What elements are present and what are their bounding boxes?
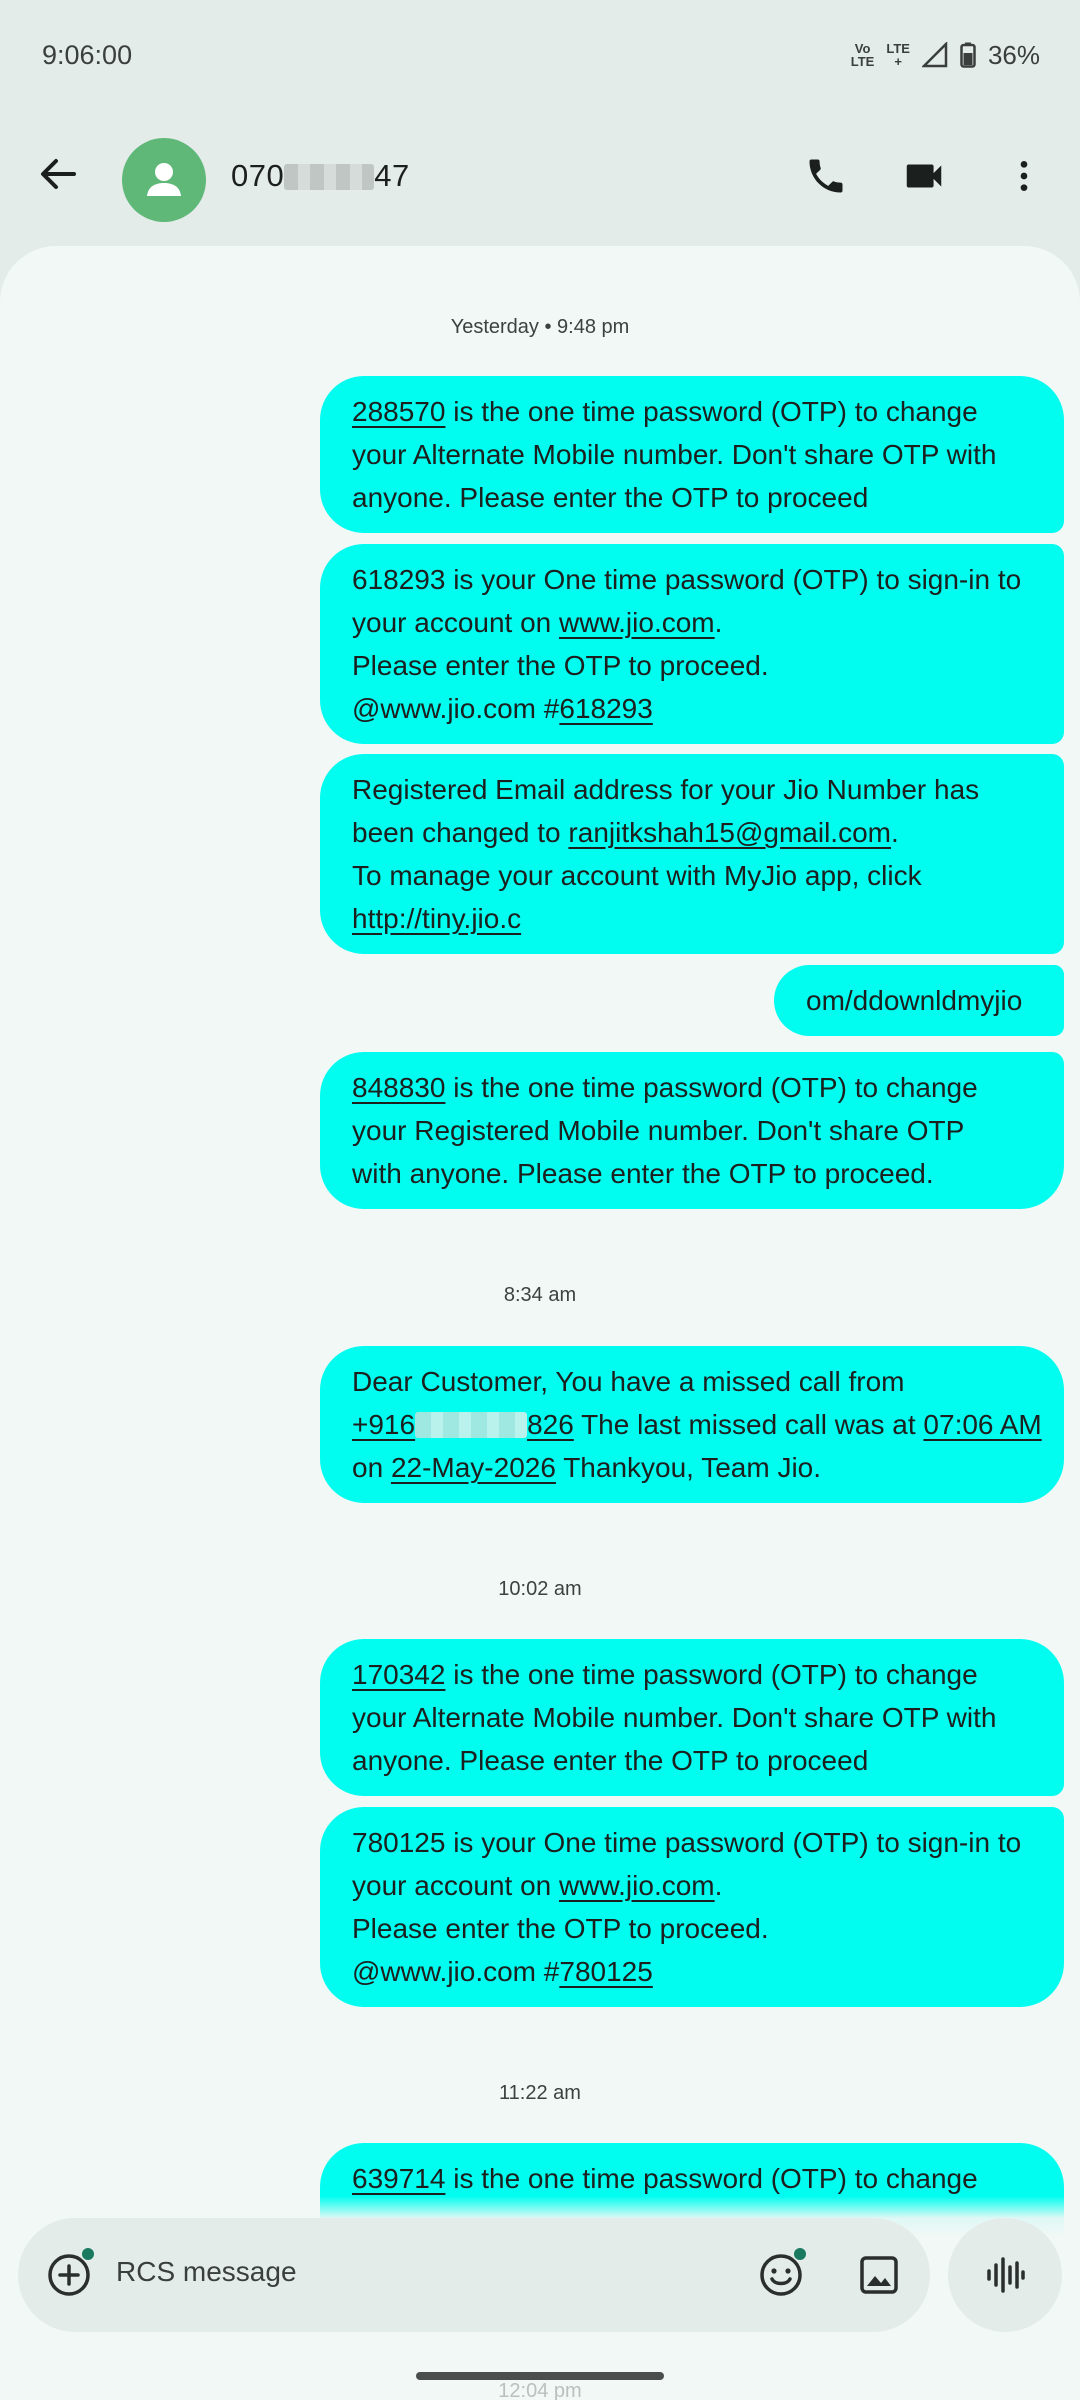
battery-percent: 36% <box>987 39 1040 70</box>
url-link[interactable]: www.jio.com <box>559 1870 715 1901</box>
more-vert-icon <box>1020 161 1028 191</box>
hashtag-otp-link[interactable]: 618293 <box>559 693 652 724</box>
phone-icon <box>809 159 843 193</box>
compose-bar: RCS message <box>18 2218 930 2332</box>
conversation-header: 070 47 <box>0 110 1080 250</box>
message-input[interactable]: RCS message <box>116 2256 297 2288</box>
arrow-left-icon <box>41 159 76 189</box>
gallery-button[interactable] <box>850 2246 908 2304</box>
call-button[interactable] <box>798 148 854 204</box>
person-icon <box>147 163 181 196</box>
notification-dot <box>82 2248 94 2260</box>
timestamp-divider: 8:34 am <box>503 1284 577 1306</box>
date-link[interactable]: 22-May-2026 <box>391 1452 556 1483</box>
conversation-panel[interactable]: Yesterday • 9:48 pm 288570 is the one ti… <box>0 246 1080 2400</box>
more-options-button[interactable] <box>996 148 1052 204</box>
message-bubble[interactable]: om/ddownldmyjio <box>774 965 1064 1036</box>
otp-link[interactable]: 639714 <box>352 2163 445 2194</box>
emoji-button[interactable] <box>752 2246 810 2304</box>
message-bubble[interactable]: Dear Customer, You have a missed call fr… <box>320 1346 1064 1503</box>
clock: 9:06:00 <box>42 39 133 70</box>
url-link[interactable]: http://tiny.jio.c <box>352 903 521 934</box>
back-button[interactable] <box>28 144 88 204</box>
timestamp-divider: Yesterday • 9:48 pm <box>450 316 630 338</box>
voice-message-button[interactable] <box>948 2218 1062 2332</box>
battery-icon <box>960 42 976 68</box>
redacted-digits <box>415 1412 528 1438</box>
timestamp-divider: 10:02 am <box>498 1578 582 1600</box>
redacted-digits <box>284 164 375 190</box>
email-link[interactable]: ranjitkshah15@gmail.com <box>568 817 891 848</box>
video-camera-icon <box>906 164 942 188</box>
contact-number[interactable]: 070 47 <box>231 158 410 194</box>
phone-number-link[interactable]: +916 826 <box>352 1409 574 1440</box>
otp-link[interactable]: 288570 <box>352 396 445 427</box>
notification-dot <box>794 2248 806 2260</box>
status-bar: 9:06:00 Vo LTE LTE + 36% <box>0 0 1080 110</box>
message-bubble[interactable]: Registered Email address for your Jio Nu… <box>320 754 1064 954</box>
timestamp-divider: 11:22 am <box>499 2082 581 2104</box>
audio-waveform-icon <box>987 2257 1025 2293</box>
status-icons: Vo LTE LTE + 36% <box>851 40 1040 71</box>
otp-link[interactable]: 170342 <box>352 1659 445 1690</box>
otp-link[interactable]: 848830 <box>352 1072 445 1103</box>
hashtag-otp-link[interactable]: 780125 <box>559 1956 652 1987</box>
message-bubble[interactable]: 780125 is your One time password (OTP) t… <box>320 1807 1064 2007</box>
volte-icon: Vo LTE <box>850 41 875 69</box>
url-link[interactable]: www.jio.com <box>559 607 715 638</box>
avatar[interactable] <box>122 138 206 222</box>
message-bubble[interactable]: 848830 is the one time password (OTP) to… <box>320 1052 1064 1209</box>
time-link[interactable]: 07:06 AM <box>923 1409 1041 1440</box>
timestamp-divider: 12:04 pm <box>498 2380 582 2400</box>
video-call-button[interactable] <box>896 148 952 204</box>
add-attachment-button[interactable] <box>40 2246 98 2304</box>
image-icon <box>860 2256 898 2294</box>
message-bubble[interactable]: 170342 is the one time password (OTP) to… <box>320 1639 1064 1796</box>
message-bubble[interactable]: 288570 is the one time password (OTP) to… <box>320 376 1064 533</box>
signal-icon <box>921 42 948 68</box>
lte-icon: LTE + <box>886 41 910 69</box>
home-indicator[interactable] <box>416 2372 664 2380</box>
message-bubble[interactable]: 618293 is your One time password (OTP) t… <box>320 544 1064 744</box>
